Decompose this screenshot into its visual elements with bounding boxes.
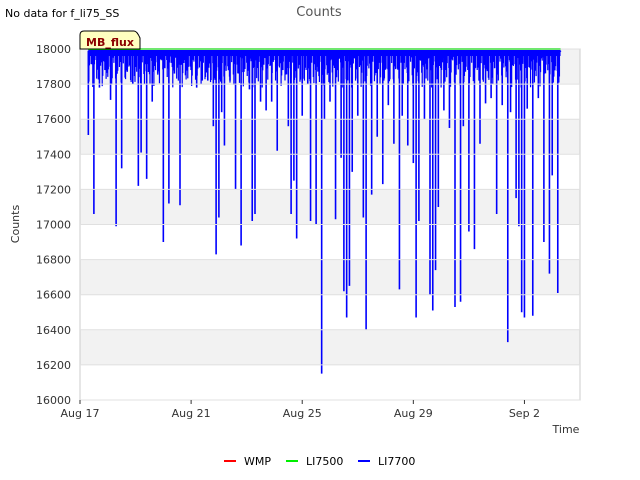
legend: WMP LI7500 LI7700 [224,455,415,468]
counts-chart: 16000 16200 16400 16600 16800 17000 17200 17400… [9,5,581,468]
y-tick-label: 17200 [36,183,71,196]
grid-band [80,119,580,155]
legend-label-wmp: WMP [244,455,271,468]
legend-label-li7700: LI7700 [378,455,415,468]
grid-band [80,364,580,400]
grid-band [80,224,580,260]
y-tick-label: 18000 [36,43,71,56]
y-tick-label: 16600 [36,289,71,302]
y-tick-label: 17400 [36,148,71,161]
x-axis-label: Time [552,423,580,436]
x-tick-label: Aug 21 [172,407,211,420]
y-tick-label: 17600 [36,113,71,126]
y-tick-label: 16400 [36,324,71,337]
y-tick-label: 17800 [36,78,71,91]
site-tag: MB_flux [79,30,141,50]
x-tick-label: Sep 2 [509,407,540,420]
site-tag-label: MB_flux [86,36,134,49]
x-tick-label: Aug 29 [394,407,433,420]
grid-band [80,329,580,365]
grid-band [80,294,580,330]
x-tick-label: Aug 17 [61,407,100,420]
y-tick-label: 16200 [36,359,71,372]
grid-band [80,154,580,190]
y-tick-label: 16800 [36,254,71,267]
x-axis-ticks: Aug 17 Aug 21 Aug 25 Aug 29 Sep 2 [61,400,540,420]
legend-label-li7500: LI7500 [306,455,343,468]
chart-title: Counts [296,5,342,20]
grid-band [80,259,580,295]
y-tick-label: 17000 [36,219,71,232]
y-axis-label: Counts [9,205,22,244]
grid-band [80,189,580,225]
y-tick-label: 16000 [36,394,71,407]
x-tick-label: Aug 25 [283,407,322,420]
